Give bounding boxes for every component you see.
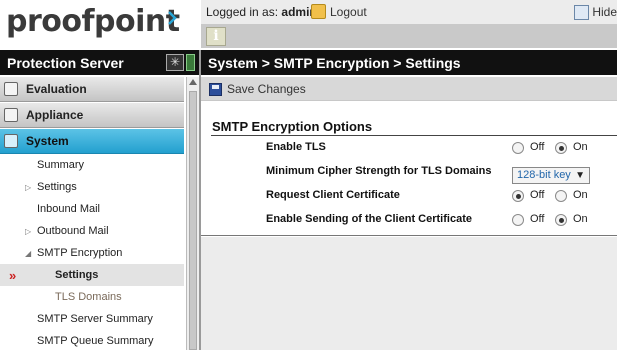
section-label: System	[26, 134, 69, 148]
sidebar-header: Protection Server ✳	[0, 50, 199, 75]
item-label: Settings	[55, 269, 99, 281]
item-label: Summary	[37, 159, 85, 171]
request-client-cert-on-label: On	[573, 189, 588, 201]
sidebar-item-encryption-settings[interactable]: » Settings	[0, 264, 184, 286]
nav-section-appliance[interactable]: Appliance	[0, 103, 184, 128]
send-client-cert-label: Enable Sending of the Client Certificate	[266, 213, 472, 225]
nav-section-system[interactable]: System	[0, 129, 184, 154]
enable-tls-on-radio[interactable]	[555, 142, 567, 154]
sidebar-item-settings[interactable]: ▷ Settings	[0, 176, 184, 198]
item-label: SMTP Queue Summary	[37, 335, 154, 347]
sidebar-item-smtp-encryption[interactable]: ◢ SMTP Encryption	[0, 242, 184, 264]
user-bar: Logged in as: admin Logout Hide	[201, 0, 617, 24]
options-panel: SMTP Encryption Options Enable TLS Off O…	[201, 101, 617, 236]
expand-icon[interactable]	[186, 54, 195, 71]
chart-icon	[574, 4, 590, 20]
expand-arrow-icon: ▷	[25, 182, 32, 192]
logout-icon	[311, 4, 326, 19]
request-client-cert-off-radio[interactable]	[512, 190, 524, 202]
selected-marker-icon: »	[9, 267, 17, 283]
cipher-strength-label: Minimum Cipher Strength for TLS Domains	[266, 165, 492, 177]
item-label: Settings	[37, 181, 77, 193]
send-client-cert-off-label: Off	[530, 213, 545, 225]
enable-tls-off-radio[interactable]	[512, 142, 524, 154]
logout-label: Logout	[330, 4, 367, 19]
scrollbar-thumb[interactable]	[189, 91, 197, 350]
enable-tls-on-label: On	[573, 141, 588, 153]
save-icon	[209, 82, 222, 96]
sidebar-item-tls-domains[interactable]: TLS Domains	[0, 286, 184, 308]
request-client-cert-label: Request Client Certificate	[266, 189, 400, 201]
clipboard-icon	[4, 82, 18, 96]
info-bar: i	[201, 24, 617, 48]
request-client-cert-off-label: Off	[530, 189, 545, 201]
logged-in-label: Logged in as:	[206, 5, 279, 19]
sidebar-item-inbound-mail[interactable]: Inbound Mail	[0, 198, 184, 220]
send-client-cert-on-radio[interactable]	[555, 214, 567, 226]
sidebar-title: Protection Server	[7, 55, 124, 71]
nav-section-evaluation[interactable]: Evaluation	[0, 77, 184, 102]
collapse-arrow-icon: ◢	[25, 248, 32, 258]
section-title: SMTP Encryption Options	[212, 119, 373, 134]
monitor-icon	[4, 108, 18, 122]
section-label: Appliance	[26, 108, 84, 122]
tools-icon	[4, 134, 18, 148]
item-label: Outbound Mail	[37, 225, 109, 237]
send-client-cert-on-label: On	[573, 213, 588, 225]
sidebar-item-smtp-server-summary[interactable]: SMTP Server Summary	[0, 308, 184, 330]
cipher-strength-select[interactable]: 128-bit key ▼	[512, 167, 590, 184]
main-header: System > SMTP Encryption > Settings	[201, 50, 617, 75]
toolbar: Save Changes	[201, 77, 617, 101]
dropdown-arrow-icon: ▼	[575, 170, 585, 181]
collapse-all-icon[interactable]: ✳	[166, 54, 184, 71]
logo-chevron-icon	[168, 11, 177, 25]
top-bar: Logged in as: admin Logout Hide i	[201, 0, 617, 48]
item-label: SMTP Server Summary	[37, 313, 153, 325]
info-icon[interactable]: i	[206, 27, 226, 46]
section-divider	[211, 135, 617, 136]
hide-label: Hide	[592, 5, 617, 19]
logout-button[interactable]: Logout	[311, 3, 367, 20]
sidebar-item-summary[interactable]: Summary	[0, 154, 184, 176]
enable-tls-off-label: Off	[530, 141, 545, 153]
sidebar-item-outbound-mail[interactable]: ▷ Outbound Mail	[0, 220, 184, 242]
section-label: Evaluation	[26, 82, 87, 96]
item-label: Inbound Mail	[37, 203, 100, 215]
logged-in-text: Logged in as: admin	[206, 5, 317, 19]
save-changes-button[interactable]: Save Changes	[209, 82, 306, 96]
logo-area: proofpoint	[0, 0, 201, 48]
request-client-cert-on-radio[interactable]	[555, 190, 567, 202]
enable-tls-label: Enable TLS	[266, 141, 326, 153]
sidebar-scrollbar[interactable]	[186, 77, 199, 350]
item-label: SMTP Encryption	[37, 247, 123, 259]
item-label: TLS Domains	[55, 291, 122, 303]
hide-button[interactable]: Hide	[574, 3, 617, 21]
save-label: Save Changes	[227, 82, 306, 96]
scroll-up-icon[interactable]	[189, 79, 197, 85]
send-client-cert-off-radio[interactable]	[512, 214, 524, 226]
expand-arrow-icon: ▷	[25, 226, 32, 236]
cipher-strength-value: 128-bit key	[517, 169, 571, 181]
proofpoint-logo: proofpoint	[6, 4, 180, 39]
breadcrumb: System > SMTP Encryption > Settings	[208, 55, 461, 71]
sidebar-item-smtp-queue-summary[interactable]: SMTP Queue Summary	[0, 330, 184, 352]
empty-area	[201, 237, 617, 350]
